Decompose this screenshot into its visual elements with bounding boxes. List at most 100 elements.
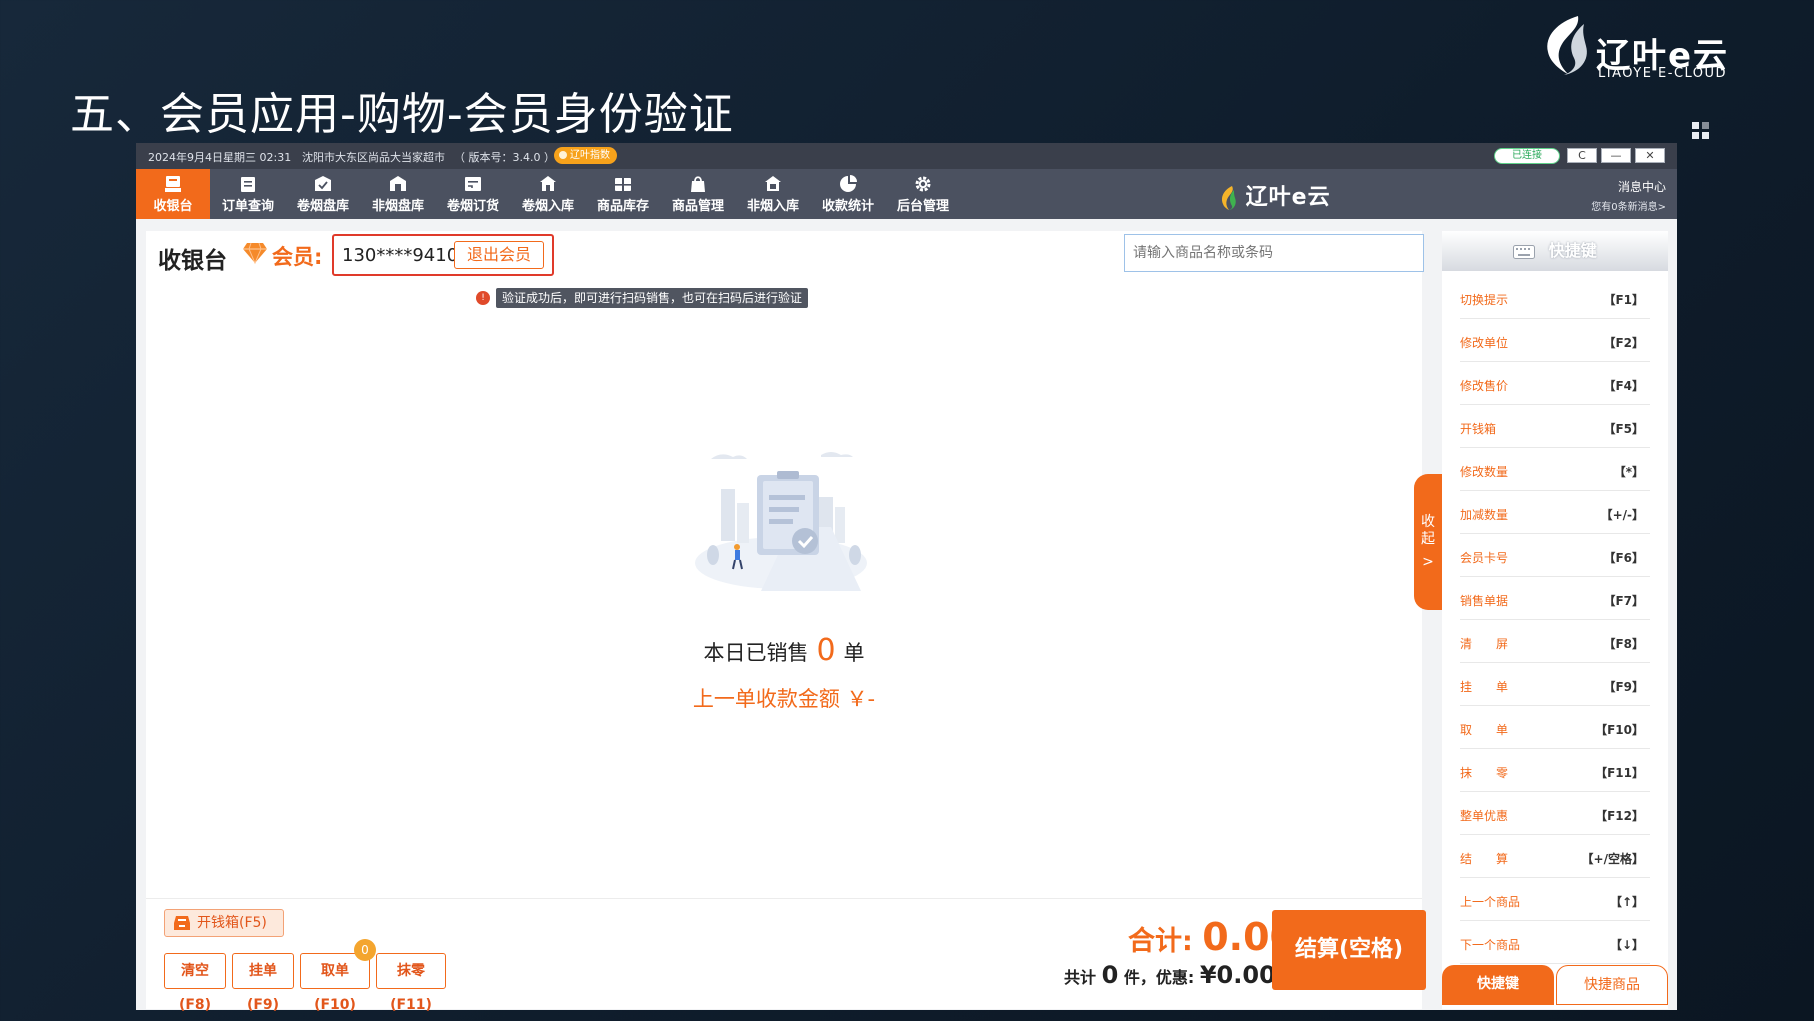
open-cash-drawer-label: 开钱箱(F5) — [197, 915, 267, 931]
nav-item-backend-manage[interactable]: 后台管理 — [886, 169, 960, 219]
shortcut-row[interactable]: 会员卡号 【F6】 — [1460, 535, 1650, 577]
shortcut-key: 【↑】 — [1609, 895, 1644, 909]
cigarette-inventory-icon — [315, 176, 331, 191]
shortcut-row[interactable]: 开钱箱 【F5】 — [1460, 406, 1650, 448]
collapse-panel-tab[interactable]: 收起 > — [1414, 474, 1442, 610]
verification-tip-text: 验证成功后，即可进行扫码销售，也可在扫码后进行验证 — [496, 288, 809, 308]
nav-item-non-cigarette-inventory[interactable]: 非烟盘库 — [361, 169, 435, 219]
nav-item-cigarette-order[interactable]: 卷烟订货 — [436, 169, 510, 219]
order-total: 合计: 0.00 — [1128, 915, 1296, 959]
payment-stats-icon — [840, 175, 857, 192]
keyboard-icon — [1513, 244, 1536, 259]
liaoye-index-badge[interactable]: 辽叶指数 — [554, 147, 617, 164]
leaf-logo-icon — [1222, 186, 1236, 211]
open-cash-drawer-button[interactable]: 开钱箱(F5) — [164, 909, 284, 937]
datetime-text: 2024年9月4日星期三 02:31 — [148, 151, 292, 164]
bottom-action-bar: 开钱箱(F5) 清空(F8) 挂单(F9) 取单(F10) 0 抹零(F11) … — [146, 898, 1422, 1013]
minimize-button[interactable]: — — [1601, 148, 1631, 163]
navbar-brand: 辽叶e云 — [1219, 179, 1331, 211]
member-info-box: 130****9410 退出会员 — [332, 234, 554, 276]
shortcut-name: 取 单 — [1460, 723, 1509, 737]
refresh-button[interactable]: C — [1567, 148, 1597, 163]
shortcut-row[interactable]: 取 单 【F10】 — [1460, 707, 1650, 749]
shortcut-name: 会员卡号 — [1460, 551, 1509, 565]
shortcut-key: 【+/空格】 — [1581, 852, 1644, 866]
version-text: （ 版本号：3.4.0 ） — [454, 151, 555, 164]
shortcut-row[interactable]: 清 屏 【F8】 — [1460, 621, 1650, 663]
exit-member-button[interactable]: 退出会员 — [454, 241, 544, 269]
message-center[interactable]: 消息中心 您有0条新消息> — [1526, 178, 1666, 213]
shortcut-name: 加减数量 — [1460, 508, 1509, 522]
shortcut-row[interactable]: 结 算 【+/空格】 — [1460, 836, 1650, 878]
nav-item-product-stock[interactable]: 商品库存 — [586, 169, 660, 219]
shortcut-panel-header: 快捷键 — [1442, 231, 1668, 271]
nav-item-cigarette-inventory[interactable]: 卷烟盘库 — [286, 169, 360, 219]
new-message-count[interactable]: 您有0条新消息> — [1526, 198, 1666, 213]
shortcut-key: 【F1】 — [1603, 293, 1644, 307]
checkout-button[interactable]: 结算(空格) — [1272, 910, 1426, 990]
shortcut-row[interactable]: 上一个商品 【↑】 — [1460, 879, 1650, 921]
shortcut-name: 开钱箱 — [1460, 422, 1497, 436]
discount-amount: ¥0.00 — [1199, 961, 1276, 989]
shortcut-row[interactable]: 修改售价 【F4】 — [1460, 363, 1650, 405]
nav-item-payment-stats[interactable]: 收款统计 — [811, 169, 885, 219]
nav-item-product-manage[interactable]: 商品管理 — [661, 169, 735, 219]
tab-shortcut-keys[interactable]: 快捷键 — [1442, 965, 1554, 1005]
shortcut-row[interactable]: 切换提示 【F1】 — [1460, 277, 1650, 319]
cigarette-stock-in-icon — [540, 176, 556, 191]
gear-icon — [915, 176, 931, 192]
brand-name-en: LIAOYE E-CLOUD — [1598, 66, 1728, 81]
connection-status-badge: 已连接 — [1494, 148, 1560, 164]
hold-order-button[interactable]: 挂单(F9) — [232, 953, 294, 1013]
shortcut-row[interactable]: 销售单据 【F7】 — [1460, 578, 1650, 620]
clear-button[interactable]: 清空(F8) — [164, 953, 226, 1013]
shortcut-row[interactable]: 抹 零 【F11】 — [1460, 750, 1650, 792]
shortcut-key: 【F10】 — [1595, 723, 1644, 737]
non-cigarette-stock-in-icon — [765, 176, 781, 191]
close-button[interactable]: ✕ — [1635, 148, 1665, 163]
diamond-icon — [243, 242, 267, 265]
top-navbar: 收银台 订单查询 卷烟盘库 非烟盘库 卷烟订货 卷烟入库 商品库存 商品管理 非… — [136, 169, 1677, 219]
shortcut-row[interactable]: 挂 单 【F9】 — [1460, 664, 1650, 706]
slide-title: 五、会员应用-购物-会员身份验证 — [70, 89, 734, 140]
shortcut-name: 下一个商品 — [1460, 938, 1521, 952]
shortcut-key: 【F9】 — [1603, 680, 1644, 694]
cashier-main-panel: 收银台 会员: 130****9410 退出会员 ! 验证成功后，即可进行扫码销… — [146, 231, 1424, 1009]
product-stock-icon — [615, 178, 631, 191]
shortcut-key: 【F5】 — [1603, 422, 1644, 436]
shortcut-name: 抹 零 — [1460, 766, 1509, 780]
shortcut-key: 【*】 — [1613, 465, 1644, 479]
member-phone: 130****9410 — [342, 245, 459, 266]
nav-item-order-search[interactable]: 订单查询 — [211, 169, 285, 219]
chevron-right-icon: > — [1422, 554, 1434, 570]
today-sales-prefix: 本日已销售 — [703, 641, 809, 665]
shortcut-row[interactable]: 整单优惠 【F12】 — [1460, 793, 1650, 835]
shortcut-name: 销售单据 — [1460, 594, 1509, 608]
product-search-input[interactable] — [1124, 234, 1424, 272]
shortcut-key: 【+/-】 — [1600, 508, 1644, 522]
nav-item-cashier[interactable]: 收银台 — [136, 169, 210, 219]
total-label: 合计: — [1128, 926, 1193, 957]
pos-app-window: 2024年9月4日星期三 02:31 沈阳市大东区尚品大当家超市 （ 版本号：3… — [136, 143, 1677, 1013]
shortcut-key: 【F11】 — [1595, 766, 1644, 780]
shortcut-row[interactable]: 加减数量 【+/-】 — [1460, 492, 1650, 534]
alert-icon: ! — [476, 291, 490, 305]
order-summary: 共计 0 件，优惠: ¥0.00 — [1064, 961, 1276, 989]
shortcut-row[interactable]: 修改单位 【F2】 — [1460, 320, 1650, 362]
member-label: 会员: — [272, 245, 323, 269]
cashier-icon — [165, 176, 181, 192]
tab-shortcut-products[interactable]: 快捷商品 — [1556, 965, 1668, 1005]
round-off-button[interactable]: 抹零(F11) — [376, 953, 446, 1013]
summary-discount-label: 件，优惠: — [1123, 968, 1195, 987]
order-search-icon — [241, 177, 255, 192]
shortcut-row[interactable]: 修改数量 【*】 — [1460, 449, 1650, 491]
held-order-count-badge: 0 — [354, 939, 376, 961]
shortcut-row[interactable]: 下一个商品 【↓】 — [1460, 922, 1650, 964]
nav-item-non-cigarette-stock-in[interactable]: 非烟入库 — [736, 169, 810, 219]
nav-item-cigarette-stock-in[interactable]: 卷烟入库 — [511, 169, 585, 219]
shortcut-key: 【F12】 — [1595, 809, 1644, 823]
shortcut-key: 【F8】 — [1603, 637, 1644, 651]
store-name: 沈阳市大东区尚品大当家超市 — [302, 151, 445, 164]
shortcut-name: 修改数量 — [1460, 465, 1509, 479]
product-manage-icon — [691, 176, 705, 192]
